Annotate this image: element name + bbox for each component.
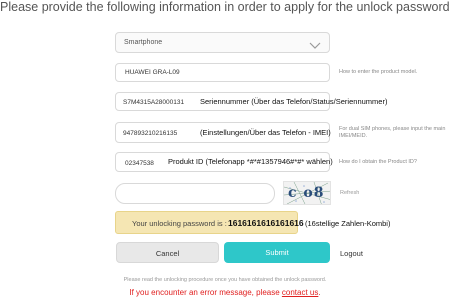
imei-hint-line2: IMEI/MEID.: [339, 133, 368, 139]
captcha-refresh-link[interactable]: Refresh: [340, 190, 359, 196]
cancel-button[interactable]: Cancel: [116, 242, 219, 263]
product-model-value: HUAWEI GRA-L09: [125, 69, 180, 76]
product-model-hint[interactable]: How to enter the product model.: [339, 69, 417, 75]
product-id-annotation: Produkt ID (Telefonapp *#*#1357946#*#* w…: [168, 157, 333, 166]
unlock-password-value: 1616161616161616: [228, 218, 304, 228]
device-type-value: Smartphone: [124, 39, 163, 46]
unlock-password-result: Your unlocking password is : 16161616161…: [115, 211, 304, 234]
product-id-hint[interactable]: How do I obtain the Product ID?: [339, 159, 417, 165]
chevron-down-icon: [309, 37, 321, 55]
product-model-field[interactable]: HUAWEI GRA-L09: [115, 63, 330, 82]
device-type-select[interactable]: Smartphone: [115, 32, 330, 53]
error-message-text: If you encounter an error message, pleas…: [129, 288, 282, 297]
error-message-suffix: .: [318, 288, 321, 297]
captcha-input[interactable]: [115, 183, 275, 204]
captcha-image: c o8: [283, 181, 331, 205]
contact-us-link[interactable]: contact us: [282, 288, 318, 297]
unlock-password-label: Your unlocking password is :: [132, 219, 227, 228]
captcha-text: c o8: [288, 185, 325, 201]
serial-number-annotation: Seriennummer (Über das Telefon/Status/Se…: [200, 97, 388, 106]
imei-value: 947893210216135: [123, 130, 178, 137]
imei-hint-line1: For dual SIM phones, please input the ma…: [339, 126, 446, 132]
error-message: If you encounter an error message, pleas…: [0, 288, 450, 297]
imei-annotation: (Einstellungen/Über das Telefon - IMEI): [200, 128, 331, 137]
logout-link[interactable]: Logout: [340, 249, 363, 258]
submit-button[interactable]: Submit: [224, 242, 330, 263]
page-title: Please provide the following information…: [0, 0, 450, 14]
unlock-password-annotation: (16stellige Zahlen-Kombi): [305, 219, 391, 228]
serial-number-value: S7M4315A28000131: [123, 99, 185, 106]
product-id-value: 02347538: [125, 160, 154, 167]
footer-note: Please read the unlocking procedure once…: [123, 277, 327, 283]
